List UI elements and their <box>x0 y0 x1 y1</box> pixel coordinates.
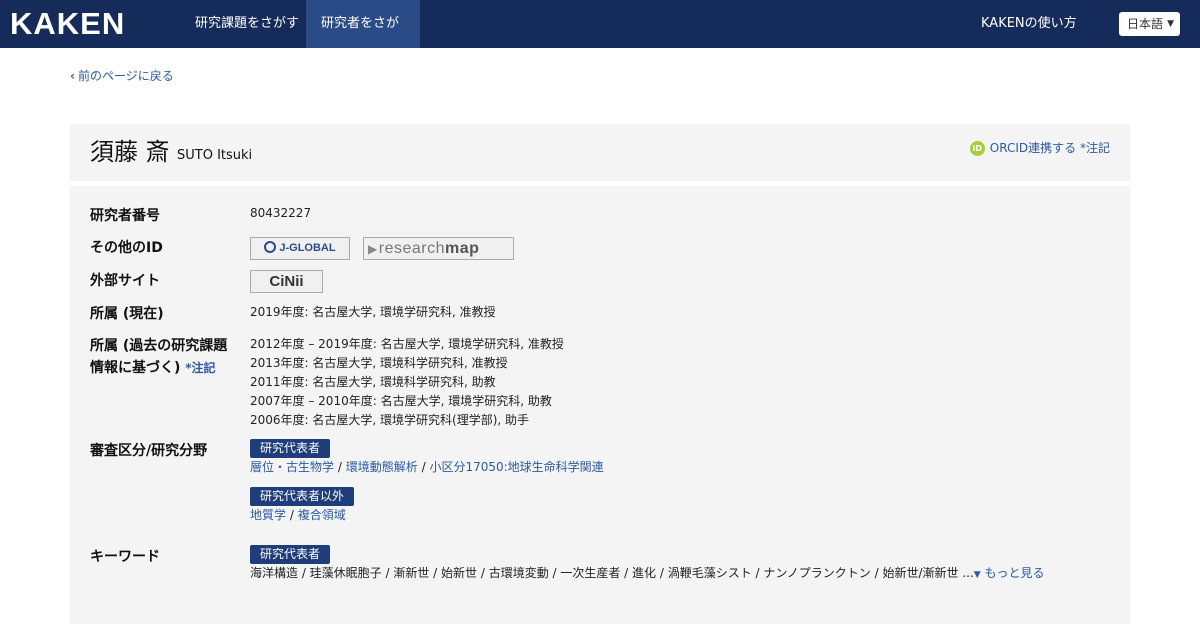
language-value: 日本語 <box>1127 17 1164 31</box>
orcid-icon: iD <box>969 140 985 156</box>
researchmap-button[interactable]: ▶researchmap <box>363 237 514 260</box>
past-affiliation-item: 2012年度 – 2019年度: 名古屋大学, 環境学研究科, 准教授 <box>250 337 564 351</box>
orcid-note-link[interactable]: *注記 <box>1080 140 1110 156</box>
researcher-name-jp: 須藤 斎 <box>90 138 170 166</box>
nav-search-researchers[interactable]: 研究者をさがす <box>306 0 420 79</box>
play-icon: ▶ <box>368 242 378 256</box>
researcher-id-value: 80432227 <box>250 206 312 220</box>
other-id-links: J-GLOBAL ▶researchmap <box>250 237 550 260</box>
language-select[interactable]: 日本語 ▼ <box>1119 12 1180 36</box>
orcid-link[interactable]: iD ORCID連携する *注記 <box>969 140 1110 156</box>
researcher-name-en: SUTO Itsuki <box>177 148 253 163</box>
past-affiliation-item: 2007年度 – 2010年度: 名古屋大学, 環境学研究科, 助教 <box>250 394 552 408</box>
field-link[interactable]: 層位・古生物学 <box>250 460 334 474</box>
researcher-info-panel: 研究者番号 80432227 その他のID J-GLOBAL ▶research… <box>70 186 1130 624</box>
show-more-link[interactable]: もっと見る <box>985 566 1045 580</box>
research-field-rep: 研究代表者 層位・古生物学 / 環境動態解析 / 小区分17050:地球生命科学… <box>250 439 604 474</box>
past-affiliation-item: 2011年度: 名古屋大学, 環境科学研究科, 助教 <box>250 375 496 389</box>
top-header: KAKEN 研究課題をさがす 研究者をさがす KAKENの使い方 日本語 ▼ <box>0 0 1200 79</box>
keyword-section: 研究代表者 海洋構造 / 珪藻休眠胞子 / 漸新世 / 始新世 / 古環境変動 … <box>250 545 1110 585</box>
researcher-id-label: 研究者番号 <box>90 208 160 224</box>
nav-search-projects[interactable]: 研究課題をさがす <box>180 0 314 48</box>
principal-investigator-tag: 研究代表者 <box>250 439 331 458</box>
past-affiliation-label-line1: 所属 (過去の研究課題 <box>90 338 228 354</box>
caret-down-icon: ▼ <box>1167 19 1174 29</box>
kaken-logo[interactable]: KAKEN <box>10 7 125 41</box>
orcid-label: ORCID連携する <box>989 141 1077 155</box>
past-affiliation-item: 2013年度: 名古屋大学, 環境科学研究科, 准教授 <box>250 356 508 370</box>
keyword-pi-tag: 研究代表者 <box>250 545 331 564</box>
external-site-links: CiNii <box>250 270 350 293</box>
past-affiliation-item: 2006年度: 名古屋大学, 環境学研究科(理学部), 助手 <box>250 413 530 427</box>
current-affiliation-label: 所属 (現在) <box>90 306 164 322</box>
jglobal-label: J-GLOBAL <box>279 242 336 254</box>
keyword-label: キーワード <box>90 549 160 565</box>
past-affiliation-label-line2: 情報に基づく) <box>90 360 181 376</box>
keyword-list: 海洋構造 / 珪藻休眠胞子 / 漸新世 / 始新世 / 古環境変動 / 一次生産… <box>250 566 974 580</box>
current-affiliation-value: 2019年度: 名古屋大学, 環境学研究科, 准教授 <box>250 305 496 319</box>
past-affiliation-label: 所属 (過去の研究課題 情報に基づく) *注記 <box>90 335 227 379</box>
research-field-label: 審査区分/研究分野 <box>90 443 208 459</box>
field-link[interactable]: 複合領域 <box>298 508 346 522</box>
past-affiliation-list: 2012年度 – 2019年度: 名古屋大学, 環境学研究科, 准教授 2013… <box>250 335 564 430</box>
jglobal-logo-icon <box>264 241 277 253</box>
help-link[interactable]: KAKENの使い方 <box>981 0 1077 48</box>
field-link[interactable]: 地質学 <box>250 508 286 522</box>
co-investigator-tag: 研究代表者以外 <box>250 487 355 506</box>
external-site-label: 外部サイト <box>90 273 160 289</box>
field-link[interactable]: 環境動態解析 <box>346 460 418 474</box>
past-affiliation-note-link[interactable]: *注記 <box>185 361 215 375</box>
chevron-left-icon: ‹ <box>70 69 75 83</box>
field-link[interactable]: 小区分17050:地球生命科学関連 <box>429 460 603 474</box>
other-id-label: その他のID <box>90 240 163 256</box>
back-link-label: 前のページに戻る <box>77 69 174 83</box>
jglobal-button[interactable]: J-GLOBAL <box>250 237 350 260</box>
cinii-button[interactable]: CiNii <box>250 270 323 293</box>
back-link[interactable]: ‹ 前のページに戻る <box>70 67 174 85</box>
researchmap-label-a: research <box>378 240 445 257</box>
caret-down-icon: ▼ <box>973 570 981 580</box>
researcher-name-panel: 須藤 斎 SUTO Itsuki iD ORCID連携する *注記 <box>70 124 1130 181</box>
researchmap-label-b: map <box>444 240 480 257</box>
research-field-other: 研究代表者以外 地質学 / 複合領域 <box>250 487 355 525</box>
